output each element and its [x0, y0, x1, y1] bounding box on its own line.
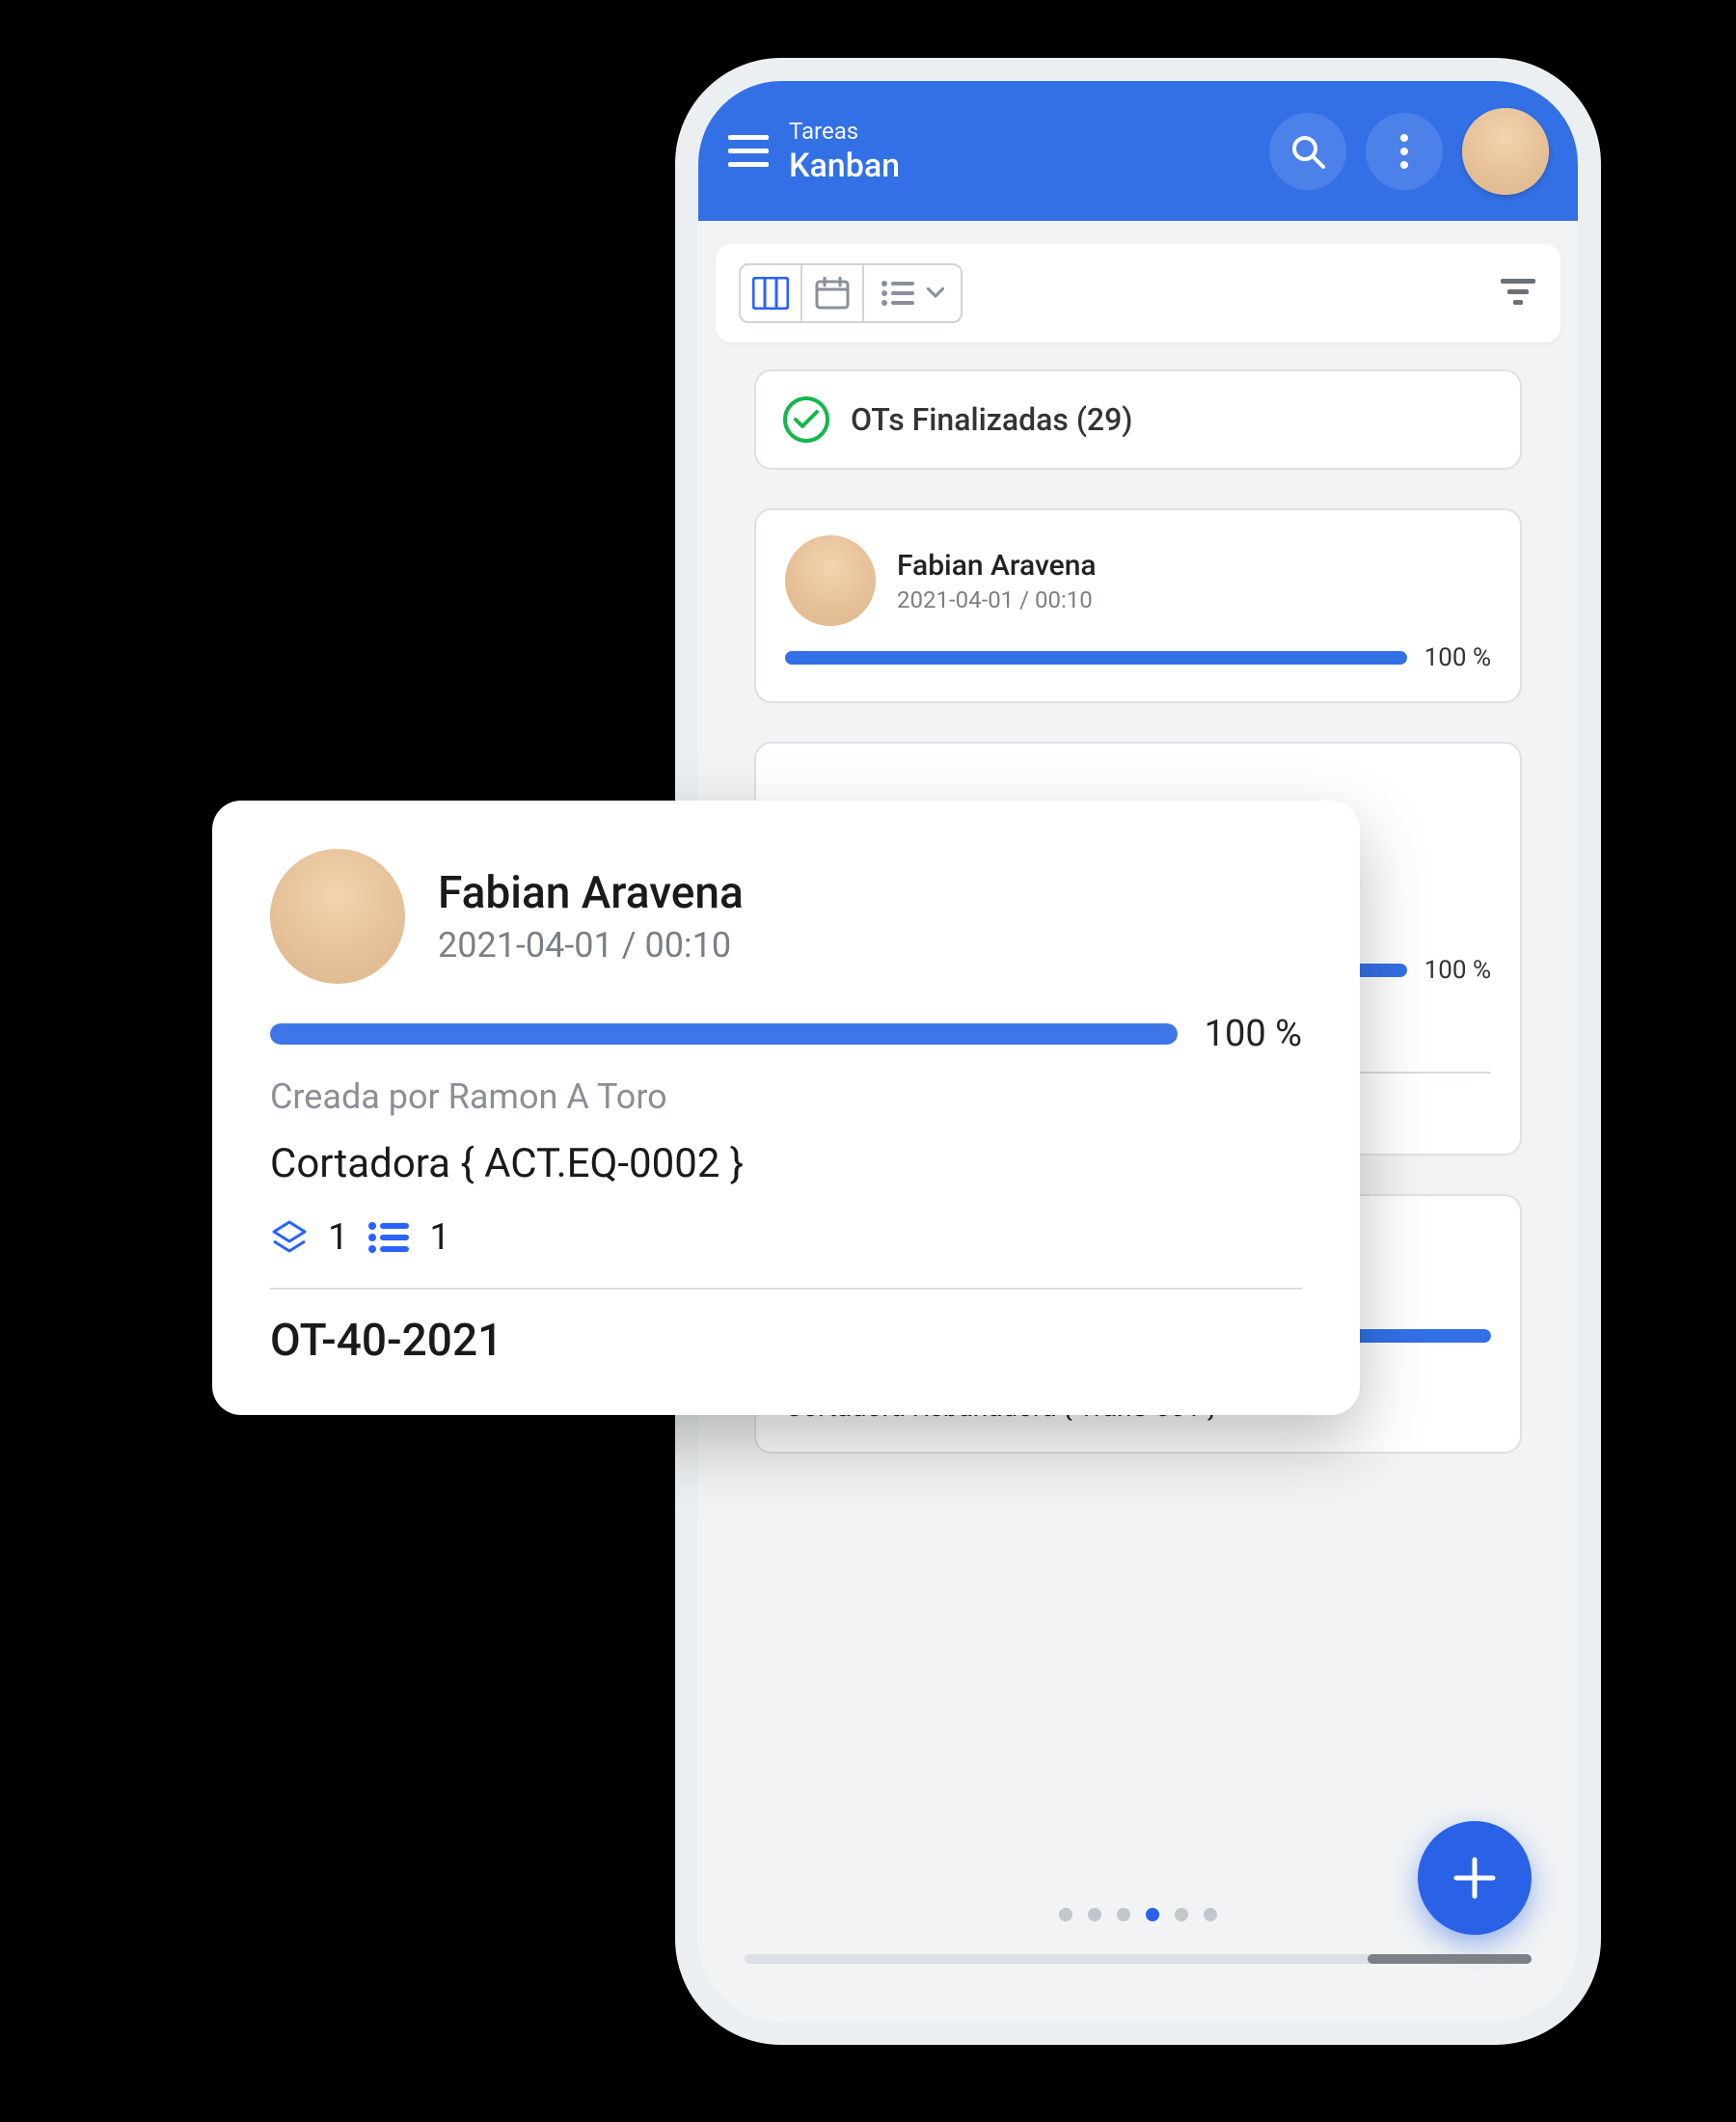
- task-progress-text: 100 %: [1424, 643, 1491, 672]
- view-kanban-tab[interactable]: [741, 265, 802, 321]
- task-assignee: Fabian Aravena: [897, 549, 1097, 583]
- detail-counts: 1 1: [270, 1216, 1302, 1290]
- view-list-tab[interactable]: [864, 265, 961, 321]
- app-header: Tareas Kanban: [698, 81, 1578, 221]
- task-detail-card[interactable]: Fabian Aravena 2021-04-01 / 00:10 100 % …: [212, 801, 1360, 1415]
- page-dot[interactable]: [1059, 1908, 1072, 1921]
- detail-progress-bar: [270, 1023, 1178, 1045]
- more-vertical-icon: [1399, 133, 1409, 170]
- filter-button[interactable]: [1499, 277, 1537, 310]
- layers-icon: [270, 1218, 309, 1257]
- list-icon: [367, 1221, 410, 1254]
- detail-ot-code: OT-40-2021: [270, 1315, 1302, 1367]
- page-dot[interactable]: [1117, 1908, 1130, 1921]
- page-indicator: [1059, 1908, 1217, 1921]
- page-dot[interactable]: [1204, 1908, 1217, 1921]
- page-dot[interactable]: [1088, 1908, 1101, 1921]
- scrollbar-thumb[interactable]: [1368, 1954, 1532, 1964]
- add-fab-button[interactable]: [1418, 1821, 1532, 1935]
- chevron-down-icon: [927, 287, 944, 299]
- detail-assignee: Fabian Aravena: [438, 867, 744, 919]
- status-label: OTs Finalizadas (29): [851, 401, 1132, 438]
- menu-button[interactable]: [727, 130, 770, 173]
- detail-avatar: [270, 849, 405, 984]
- header-avatar[interactable]: [1462, 108, 1549, 195]
- header-title: Kanban: [789, 147, 1250, 185]
- task-progress-text: 100 %: [1424, 956, 1491, 985]
- page-dot[interactable]: [1146, 1908, 1159, 1921]
- filter-icon: [1499, 277, 1537, 306]
- status-header[interactable]: OTs Finalizadas (29): [754, 369, 1522, 470]
- search-icon: [1288, 132, 1327, 171]
- task-progress-bar: [785, 651, 1407, 665]
- horizontal-scrollbar[interactable]: [745, 1954, 1532, 1964]
- header-title-block: Tareas Kanban: [789, 118, 1250, 185]
- list-icon: [881, 280, 917, 307]
- calendar-icon: [815, 277, 850, 310]
- detail-datetime: 2021-04-01 / 00:10: [438, 925, 744, 966]
- search-button[interactable]: [1269, 113, 1346, 190]
- header-subtitle: Tareas: [789, 118, 1250, 145]
- plus-icon: [1452, 1856, 1497, 1900]
- task-card[interactable]: Fabian Aravena 2021-04-01 / 00:10 100 %: [754, 508, 1522, 703]
- task-avatar: [785, 535, 876, 626]
- detail-created-by: Creada por Ramon A Toro: [270, 1076, 1302, 1117]
- check-circle-icon: [783, 396, 829, 443]
- more-options-button[interactable]: [1366, 113, 1443, 190]
- detail-asset: Cortadora { ACT.EQ-0002 }: [270, 1140, 1302, 1187]
- view-filter-bar: [716, 244, 1560, 342]
- view-mode-group: [739, 263, 963, 323]
- task-datetime: 2021-04-01 / 00:10: [897, 586, 1097, 613]
- kanban-icon: [752, 277, 789, 310]
- detail-progress-text: 100 %: [1205, 1013, 1302, 1055]
- view-calendar-tab[interactable]: [802, 265, 864, 321]
- page-dot[interactable]: [1175, 1908, 1188, 1921]
